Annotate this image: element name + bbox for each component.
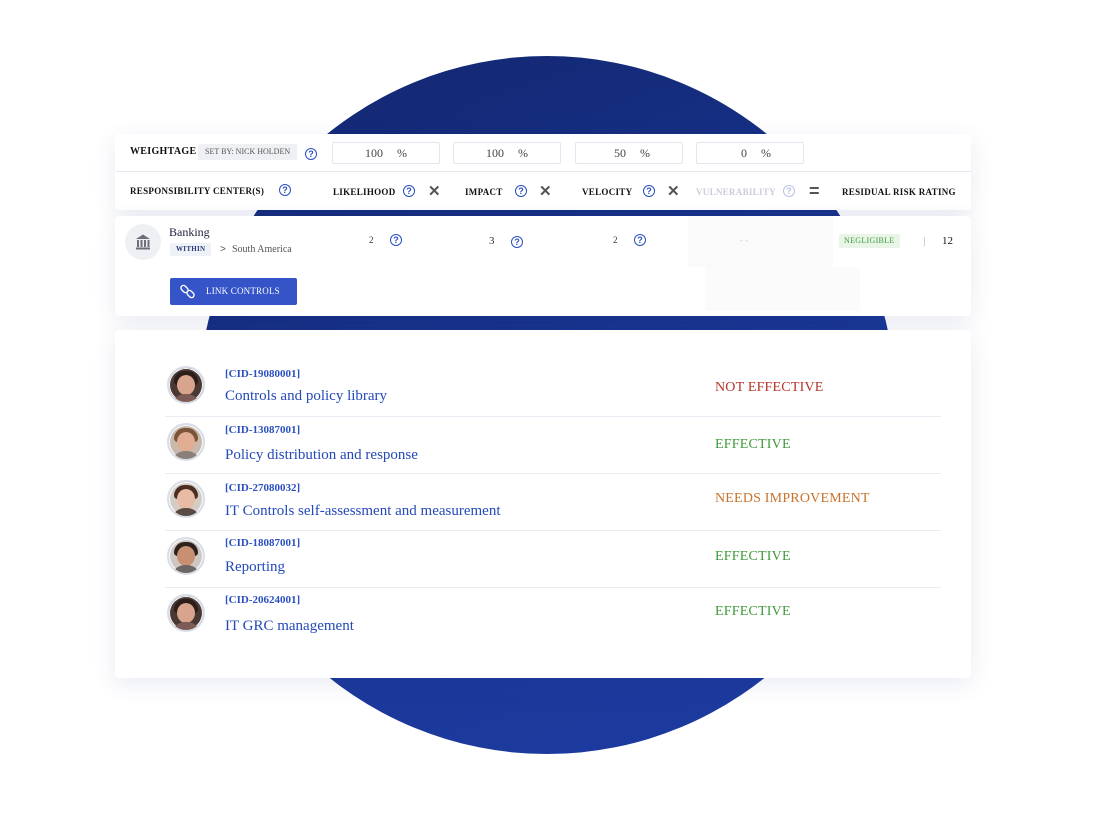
bank-icon [125, 224, 161, 260]
likelihood-value: 2 [369, 235, 374, 245]
link-controls-button[interactable]: LINK CONTROLS [170, 278, 297, 305]
control-name[interactable]: Policy distribution and response [225, 446, 418, 464]
velocity-value: 2 [613, 235, 618, 245]
link-controls-label: LINK CONTROLS [206, 286, 280, 296]
velocity-weight-input[interactable]: 50% [575, 142, 683, 164]
impact-value: 3 [489, 235, 495, 247]
multiply-icon: ✕ [667, 183, 680, 200]
control-id[interactable]: [CID-27080032] [225, 482, 300, 494]
control-status: EFFECTIVE [715, 549, 791, 564]
control-status: EFFECTIVE [715, 604, 791, 619]
responsibility-center-header: RESPONSIBILITY CENTER(S) [130, 186, 265, 196]
avatar [167, 366, 205, 404]
responsibility-help-icon[interactable]: ? [279, 184, 291, 196]
control-row[interactable]: [CID-13087001] Policy distribution and r… [165, 417, 941, 474]
likelihood-weight-input[interactable]: 100% [332, 142, 440, 164]
control-name[interactable]: Reporting [225, 558, 285, 576]
control-name[interactable]: IT Controls self-assessment and measurem… [225, 502, 501, 520]
avatar [167, 423, 205, 461]
control-row[interactable]: [CID-18087001] Reporting EFFECTIVE [165, 531, 941, 588]
velocity-help-icon[interactable]: ? [643, 185, 655, 197]
header-divider [115, 171, 971, 172]
multiply-icon: ✕ [539, 183, 552, 200]
region-label: South America [232, 244, 292, 255]
control-row[interactable]: [CID-27080032] IT Controls self-assessme… [165, 474, 941, 531]
impact-header: IMPACT [465, 187, 503, 197]
likelihood-header: LIKELIHOOD [333, 187, 396, 197]
vulnerability-column-shade [688, 216, 833, 267]
breadcrumb-chevron-icon: > [220, 244, 226, 255]
avatar [167, 537, 205, 575]
responsibility-center-name[interactable]: Banking [169, 225, 210, 239]
risk-rating-value: 12 [942, 235, 953, 247]
weightage-help-icon[interactable]: ? [305, 148, 317, 160]
vulnerability-header: VULNERABILITY [696, 187, 776, 197]
within-badge: WITHIN [170, 243, 212, 256]
control-id[interactable]: [CID-20624001] [225, 594, 300, 606]
control-status: EFFECTIVE [715, 437, 791, 452]
multiply-icon: ✕ [428, 183, 441, 200]
control-row[interactable]: [CID-20624001] IT GRC management EFFECTI… [165, 588, 941, 644]
risk-row-card: Banking WITHIN > South America 2 ? 3 ? 2… [115, 216, 971, 316]
vulnerability-weight-input[interactable]: 0% [696, 142, 804, 164]
control-status: NOT EFFECTIVE [715, 380, 824, 395]
velocity-header: VELOCITY [582, 187, 633, 197]
vulnerability-help-icon[interactable]: ? [783, 185, 795, 197]
equals-icon: = [809, 181, 820, 201]
control-row[interactable]: [CID-19080001] Controls and policy libra… [165, 360, 941, 417]
risk-rating-badge: NEGLIGIBLE [839, 234, 900, 248]
vulnerability-column-shade-lower [705, 267, 860, 311]
control-id[interactable]: [CID-19080001] [225, 368, 300, 380]
residual-risk-header: RESIDUAL RISK RATING [842, 187, 956, 197]
set-by-badge: SET BY: NICK HOLDEN [198, 144, 298, 160]
control-name[interactable]: IT GRC management [225, 617, 354, 635]
likelihood-help-icon[interactable]: ? [403, 185, 415, 197]
impact-weight-input[interactable]: 100% [453, 142, 561, 164]
velocity-row-help-icon[interactable]: ? [634, 234, 646, 246]
control-id[interactable]: [CID-13087001] [225, 424, 300, 436]
controls-list-card: [CID-19080001] Controls and policy libra… [115, 330, 971, 678]
link-icon [179, 283, 196, 305]
rating-separator [924, 237, 925, 246]
weightage-header-card: WEIGHTAGE SET BY: NICK HOLDEN ? 100% 100… [115, 134, 971, 210]
control-status: NEEDS IMPROVEMENT [715, 491, 870, 506]
avatar [167, 480, 205, 518]
likelihood-row-help-icon[interactable]: ? [390, 234, 402, 246]
impact-row-help-icon[interactable]: ? [511, 236, 523, 248]
avatar [167, 594, 205, 632]
impact-help-icon[interactable]: ? [515, 185, 527, 197]
control-name[interactable]: Controls and policy library [225, 387, 387, 405]
control-id[interactable]: [CID-18087001] [225, 537, 300, 549]
weightage-label: WEIGHTAGE [130, 146, 197, 157]
vulnerability-value: - - [740, 235, 749, 245]
